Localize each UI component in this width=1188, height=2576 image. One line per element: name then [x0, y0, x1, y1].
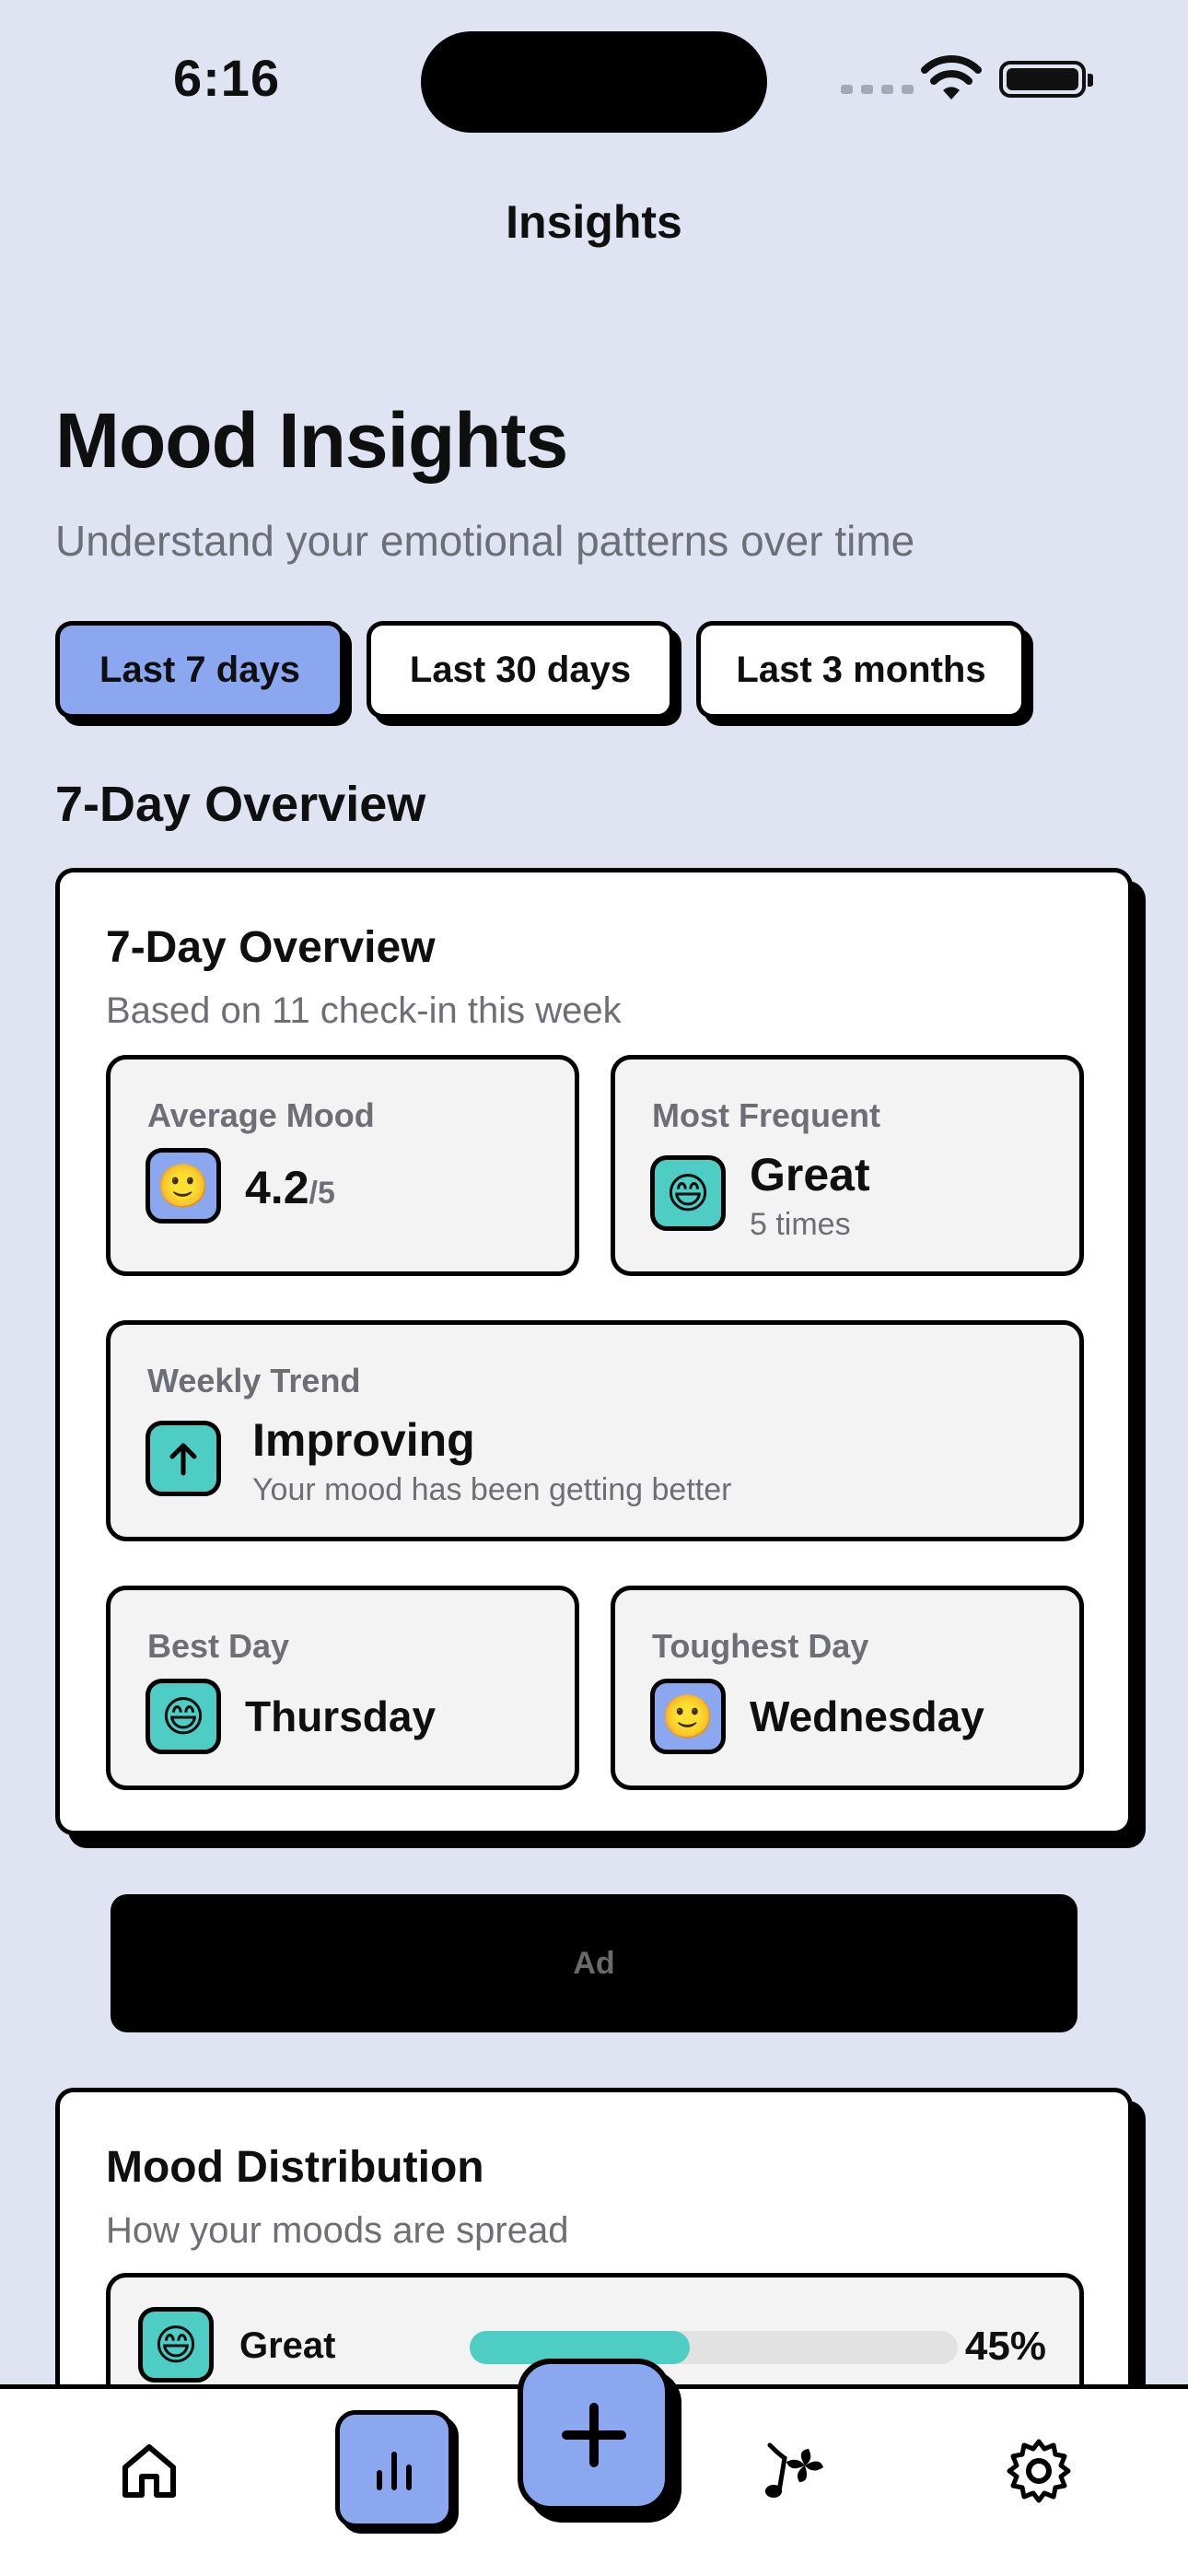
tab-insights[interactable]	[335, 2410, 453, 2528]
best-day-value: Thursday	[245, 1692, 437, 1740]
most-frequent-value: Great	[750, 1149, 870, 1200]
distribution-title: Mood Distribution	[106, 2143, 484, 2192]
slightly-smiling-face-icon: 🙂	[146, 1148, 221, 1224]
nav-title: Insights	[506, 196, 682, 248]
average-mood-scale: /5	[309, 1176, 335, 1211]
status-time: 6:16	[173, 49, 281, 107]
grinning-face-icon: 😄	[146, 1679, 221, 1754]
page-subtitle: Understand your emotional patterns over …	[55, 517, 915, 565]
weekly-trend-label: Weekly Trend	[147, 1362, 361, 1399]
weekly-trend-value: Improving	[252, 1414, 475, 1466]
ad-label: Ad	[573, 1945, 615, 1981]
bar-chart-icon	[377, 2452, 412, 2490]
average-mood-value: 4.2	[245, 1162, 309, 1213]
best-day-tile: Best Day 😄 Thursday	[106, 1586, 579, 1790]
range-selector: Last 7 days Last 30 days Last 3 months	[55, 621, 1026, 719]
distribution-row-percent: 45%	[964, 2324, 1046, 2369]
section-heading: 7-Day Overview	[55, 777, 426, 832]
grinning-face-icon: 😄	[138, 2307, 214, 2383]
arrow-up-icon	[146, 1421, 221, 1496]
overview-card-subtitle: Based on 11 check-in this week	[106, 990, 622, 1031]
overview-card: 7-Day Overview Based on 11 check-in this…	[55, 868, 1133, 1835]
chip-last-3-months[interactable]: Last 3 months	[696, 621, 1026, 719]
weekly-trend-note: Your mood has been getting better	[252, 1472, 732, 1507]
music-wellness-icon[interactable]	[755, 2432, 833, 2510]
dynamic-island	[421, 31, 767, 133]
add-mood-button[interactable]	[518, 2359, 670, 2512]
overview-card-title: 7-Day Overview	[106, 923, 436, 972]
home-icon[interactable]	[111, 2432, 188, 2510]
average-mood-tile: Average Mood 🙂 4.2/5	[106, 1055, 579, 1276]
most-frequent-count: 5 times	[750, 1207, 851, 1242]
best-day-label: Best Day	[147, 1627, 290, 1665]
distribution-subtitle: How your moods are spread	[106, 2210, 569, 2251]
cellular-signal-icon	[841, 85, 914, 94]
slightly-smiling-face-icon: 🙂	[650, 1679, 726, 1754]
average-mood-label: Average Mood	[147, 1096, 375, 1134]
ad-banner[interactable]: Ad	[111, 1894, 1077, 2032]
most-frequent-tile: Most Frequent 😄 Great 5 times	[611, 1055, 1084, 1276]
chip-last-30-days[interactable]: Last 30 days	[367, 621, 674, 719]
chip-last-7-days[interactable]: Last 7 days	[55, 621, 344, 719]
toughest-day-tile: Toughest Day 🙂 Wednesday	[611, 1586, 1084, 1790]
grinning-face-icon: 😄	[650, 1155, 726, 1231]
plus-icon	[562, 2403, 626, 2467]
settings-icon[interactable]	[1000, 2432, 1077, 2510]
weekly-trend-tile: Weekly Trend Improving Your mood has bee…	[106, 1320, 1084, 1541]
page-title: Mood Insights	[55, 397, 568, 484]
most-frequent-label: Most Frequent	[652, 1096, 880, 1134]
battery-icon	[999, 61, 1093, 98]
wifi-icon	[921, 55, 982, 100]
distribution-row-label: Great	[239, 2325, 336, 2366]
toughest-day-value: Wednesday	[750, 1692, 984, 1740]
toughest-day-label: Toughest Day	[652, 1627, 869, 1665]
